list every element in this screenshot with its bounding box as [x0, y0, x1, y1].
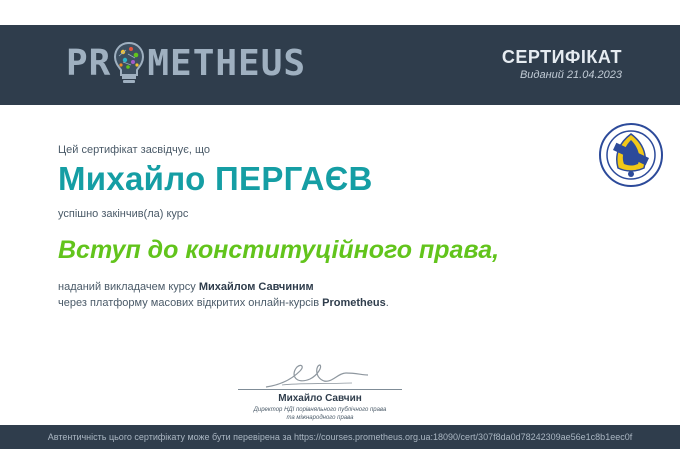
completion-text: успішно закінчив(ла) курс: [58, 208, 189, 220]
signer-role: Директор НДІ порівняльного публічного пр…: [230, 406, 410, 422]
platform-name: Prometheus: [322, 297, 386, 309]
platform-suffix: .: [385, 297, 389, 309]
signer-role-line-1: Директор НДІ порівняльного публічного пр…: [253, 407, 387, 413]
course-title: Вступ до конституційного права,: [58, 236, 500, 264]
signer-name: Михайло Савчин: [278, 393, 362, 404]
logo-text-right: METHEUS: [147, 42, 307, 84]
lightbulb-icon: [114, 41, 145, 83]
certificate-title: СЕРТИФІКАТ: [501, 47, 622, 67]
platform-prefix: через платформу масових відкритих онлайн…: [58, 297, 323, 309]
certificate-title-block: СЕРТИФІКАТ Виданий 21.04.2023: [502, 47, 622, 81]
signer-role-line-2: та міжнародного права: [286, 415, 354, 421]
certificate-header: PR METHEUS СЕРТИФІКАТ Виданий 21.04.2023: [0, 25, 680, 105]
certificate-intro: Цей сертифікат засвідчує, що: [58, 144, 211, 156]
certificate-footer: Автентичність цього сертифікату може бут…: [0, 425, 680, 449]
instructor-prefix: наданий викладачем курсу: [58, 281, 199, 293]
platform-line: через платформу масових відкритих онлайн…: [58, 297, 389, 309]
recipient-name: Михайло ПЕРГАЄВ: [58, 160, 373, 197]
instructor-name: Михайлом Савчиним: [198, 281, 314, 293]
logo-text-left: PR: [66, 42, 112, 84]
authenticity-text: Автентичність цього сертифікату може бут…: [47, 432, 633, 442]
prometheus-logo: PR METHEUS: [66, 41, 306, 85]
signature-line: [238, 389, 402, 390]
university-seal-icon: [599, 123, 663, 187]
instructor-line: наданий викладачем курсу Михайлом Савчин…: [58, 281, 314, 293]
issue-date: Виданий 21.04.2023: [519, 69, 622, 81]
certificate-page: PR METHEUS СЕРТИФІКАТ Виданий 21.04.2023: [0, 0, 680, 471]
